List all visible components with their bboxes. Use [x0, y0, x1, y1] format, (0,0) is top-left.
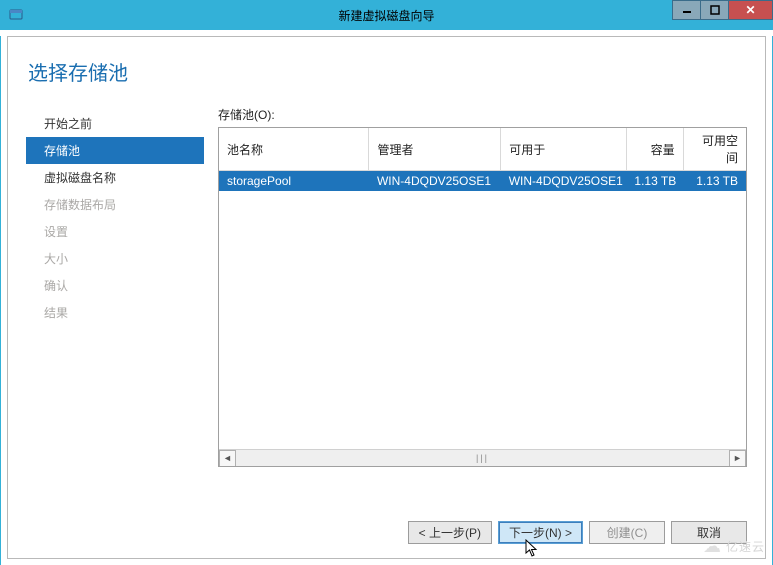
step-vdisk-name[interactable]: 虚拟磁盘名称 — [26, 164, 204, 191]
step-settings: 设置 — [26, 218, 204, 245]
col-pool-name[interactable]: 池名称 — [219, 128, 369, 171]
window-controls: ✕ — [673, 0, 773, 22]
window-title: 新建虚拟磁盘向导 — [0, 7, 773, 24]
step-confirm: 确认 — [26, 272, 204, 299]
app-icon — [8, 7, 24, 23]
close-button[interactable]: ✕ — [728, 0, 773, 20]
step-results: 结果 — [26, 299, 204, 326]
main-panel: 存储池(O): 池名称 管理者 — [204, 106, 747, 467]
col-available-to[interactable]: 可用于 — [501, 128, 627, 171]
previous-button[interactable]: < 上一步(P) — [408, 521, 492, 544]
step-storage-pool[interactable]: 存储池 — [26, 137, 204, 164]
storage-pool-table: 池名称 管理者 可用于 容量 可用空间 storagePool WIN-4DQD… — [218, 127, 747, 467]
titlebar: 新建虚拟磁盘向导 ✕ — [0, 0, 773, 30]
list-label: 存储池(O): — [218, 106, 747, 123]
cell-pool-name: storagePool — [219, 171, 369, 192]
next-button[interactable]: 下一步(N) > — [498, 521, 583, 544]
wizard-steps: 开始之前 存储池 虚拟磁盘名称 存储数据布局 设置 大小 确认 结果 — [26, 106, 204, 467]
cell-capacity: 1.13 TB — [626, 171, 683, 192]
table-header-row: 池名称 管理者 可用于 容量 可用空间 — [219, 128, 746, 171]
scroll-left-icon[interactable]: ◄ — [219, 450, 236, 467]
cell-available-to: WIN-4DQDV25OSE1 — [501, 171, 627, 192]
cell-free-space: 1.13 TB — [683, 171, 746, 192]
step-size: 大小 — [26, 245, 204, 272]
wizard-footer: < 上一步(P) 下一步(N) > 创建(C) 取消 — [26, 521, 747, 544]
step-layout: 存储数据布局 — [26, 191, 204, 218]
page-title: 选择存储池 — [28, 57, 747, 86]
table-row[interactable]: storagePool WIN-4DQDV25OSE1 WIN-4DQDV25O… — [219, 171, 746, 192]
maximize-button[interactable] — [700, 0, 729, 20]
step-before-begin[interactable]: 开始之前 — [26, 110, 204, 137]
scroll-right-icon[interactable]: ► — [729, 450, 746, 467]
minimize-button[interactable] — [672, 0, 701, 20]
cancel-button[interactable]: 取消 — [671, 521, 747, 544]
col-manager[interactable]: 管理者 — [369, 128, 501, 171]
horizontal-scrollbar[interactable]: ◄ ||| ► — [219, 449, 746, 466]
wizard-frame: 选择存储池 开始之前 存储池 虚拟磁盘名称 存储数据布局 设置 大小 确认 结果… — [0, 36, 773, 565]
col-capacity[interactable]: 容量 — [626, 128, 683, 171]
scroll-track[interactable]: ||| — [236, 450, 729, 467]
create-button: 创建(C) — [589, 521, 665, 544]
cell-manager: WIN-4DQDV25OSE1 — [369, 171, 501, 192]
col-free-space[interactable]: 可用空间 — [683, 128, 746, 171]
